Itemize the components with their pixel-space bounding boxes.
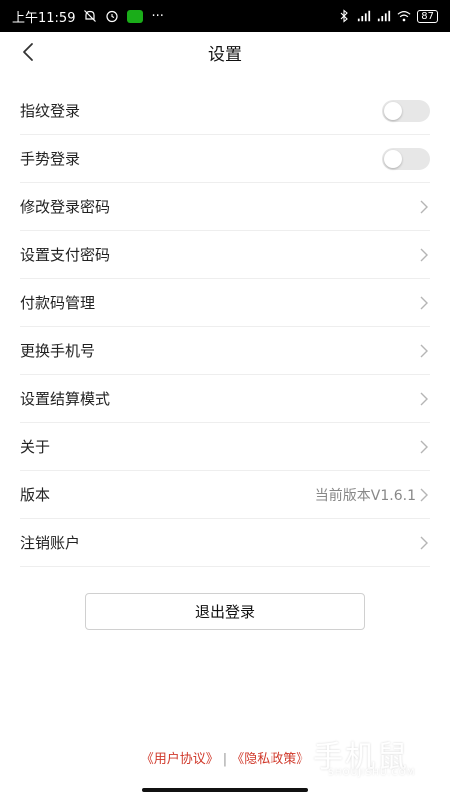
settings-item-label: 版本 xyxy=(20,486,51,504)
chevron-right-icon xyxy=(420,344,428,357)
settings-item-label: 注销账户 xyxy=(20,534,81,552)
settings-item-label: 关于 xyxy=(20,438,51,456)
chevron-right-icon xyxy=(420,536,428,549)
settings-item-label: 指纹登录 xyxy=(20,102,81,120)
status-time: 上午11:59 xyxy=(12,10,76,26)
chevron-right-icon xyxy=(420,200,428,213)
gesture-login-toggle[interactable] xyxy=(382,147,430,170)
chevron-right-icon xyxy=(420,392,428,405)
logout-button[interactable]: 退出登录 xyxy=(85,593,365,630)
settings-list: 指纹登录 手势登录 修改登录密码 设置支付密码 付款码管理 更换手机号 设置结算… xyxy=(20,87,430,567)
watermark-logo-icon xyxy=(270,730,304,778)
chevron-right-icon xyxy=(420,248,428,261)
settings-item-cancel-account[interactable]: 注销账户 xyxy=(20,519,430,567)
back-arrow-icon[interactable] xyxy=(18,38,42,66)
watermark-subtext: SHOUJISHU.COM xyxy=(328,768,416,778)
settings-item-about[interactable]: 关于 xyxy=(20,423,430,471)
settings-item-settlement-mode[interactable]: 设置结算模式 xyxy=(20,375,430,423)
toggle-knob xyxy=(384,149,402,168)
status-bar: 上午11:59 ··· 87 xyxy=(0,0,450,32)
chevron-right-icon xyxy=(420,440,428,453)
settings-item-change-login-password[interactable]: 修改登录密码 xyxy=(20,183,430,231)
page-title: 设置 xyxy=(208,44,242,65)
wifi-icon xyxy=(397,11,411,22)
bluetooth-icon xyxy=(340,9,349,23)
settings-item-change-phone-number[interactable]: 更换手机号 xyxy=(20,327,430,375)
settings-item-label: 设置结算模式 xyxy=(20,390,111,408)
bell-muted-icon xyxy=(84,10,97,22)
settings-item-label: 更换手机号 xyxy=(20,342,96,360)
settings-item-fingerprint-login[interactable]: 指纹登录 xyxy=(20,87,430,135)
fingerprint-login-toggle[interactable] xyxy=(382,99,430,122)
chevron-right-icon xyxy=(420,488,428,501)
alarm-clock-icon xyxy=(106,10,119,23)
chevron-right-icon xyxy=(420,296,428,309)
more-notifications-dots: ··· xyxy=(151,8,164,24)
signal-2-icon xyxy=(378,10,391,22)
battery-icon: 87 xyxy=(417,9,438,23)
settings-item-label: 设置支付密码 xyxy=(20,246,111,264)
navigation-bar: 设置 xyxy=(0,32,450,72)
toggle-knob xyxy=(384,101,402,120)
user-agreement-link[interactable]: 《用户协议》 xyxy=(141,752,219,767)
settings-item-gesture-login[interactable]: 手势登录 xyxy=(20,135,430,183)
settings-item-label: 修改登录密码 xyxy=(20,198,111,216)
signal-1-icon xyxy=(358,10,371,22)
settings-item-version[interactable]: 版本 当前版本V1.6.1 xyxy=(20,471,430,519)
home-indicator[interactable] xyxy=(142,788,308,792)
version-value: 当前版本V1.6.1 xyxy=(314,487,416,504)
footer-separator: | xyxy=(222,752,228,767)
settings-item-label: 付款码管理 xyxy=(20,294,96,312)
settings-item-set-payment-password[interactable]: 设置支付密码 xyxy=(20,231,430,279)
settings-item-payment-code-management[interactable]: 付款码管理 xyxy=(20,279,430,327)
settings-item-label: 手势登录 xyxy=(20,150,81,168)
wechat-icon xyxy=(127,9,144,23)
watermark: 手机鼠 SHOUJISHU.COM xyxy=(268,728,433,783)
